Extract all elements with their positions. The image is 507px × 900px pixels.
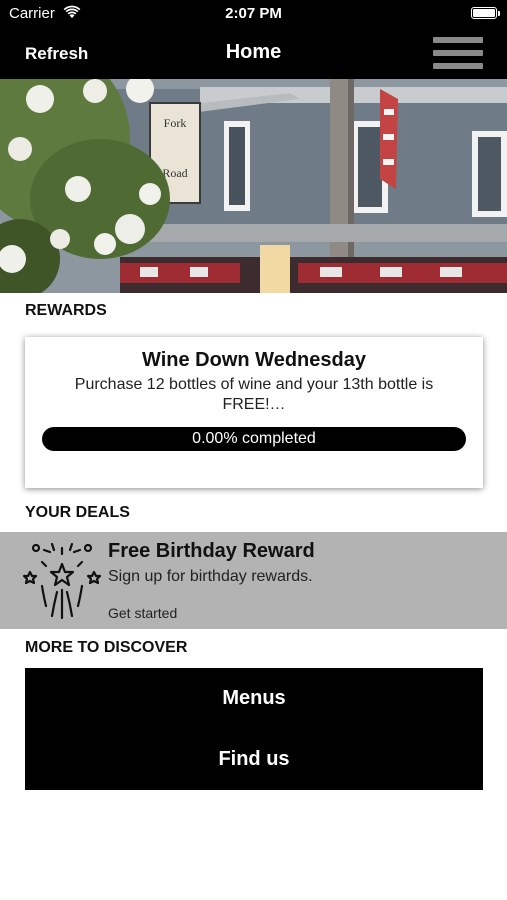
deal-item[interactable]: Free Birthday Reward Sign up for birthda… bbox=[0, 532, 507, 629]
rewards-section-label: REWARDS bbox=[25, 302, 107, 319]
get-started-link[interactable]: Get started bbox=[108, 605, 177, 621]
restaurant-photo: Fork Road bbox=[0, 79, 507, 293]
nav-bar: Refresh Home bbox=[0, 28, 507, 79]
reward-title: Wine Down Wednesday bbox=[142, 349, 366, 371]
sign-text-road: Road bbox=[162, 166, 187, 180]
deals-section-label: YOUR DEALS bbox=[25, 504, 130, 521]
hero-image: Fork Road bbox=[0, 79, 507, 293]
menus-button[interactable]: Menus bbox=[25, 668, 483, 729]
hamburger-menu-icon[interactable] bbox=[433, 37, 483, 69]
battery-icon bbox=[471, 7, 500, 19]
refresh-button[interactable]: Refresh bbox=[25, 44, 88, 64]
fireworks-icon bbox=[22, 542, 102, 620]
reward-card[interactable]: Wine Down Wednesday Purchase 12 bottles … bbox=[25, 337, 483, 488]
find-us-button[interactable]: Find us bbox=[25, 729, 483, 790]
reward-progress-bar: 0.00% completed bbox=[42, 427, 466, 451]
discover-section-label: MORE TO DISCOVER bbox=[25, 639, 188, 656]
reward-description: Purchase 12 bottles of wine and your 13t… bbox=[74, 376, 434, 413]
discover-panel: Menus Find us bbox=[25, 668, 483, 790]
sign-text-fork: Fork bbox=[164, 116, 187, 130]
deal-subtitle: Sign up for birthday rewards. bbox=[108, 568, 313, 585]
status-bar: Carrier 2:07 PM bbox=[0, 0, 507, 28]
clock: 2:07 PM bbox=[225, 5, 282, 22]
deal-title: Free Birthday Reward bbox=[108, 540, 315, 562]
reward-progress-text: 0.00% completed bbox=[192, 430, 316, 447]
